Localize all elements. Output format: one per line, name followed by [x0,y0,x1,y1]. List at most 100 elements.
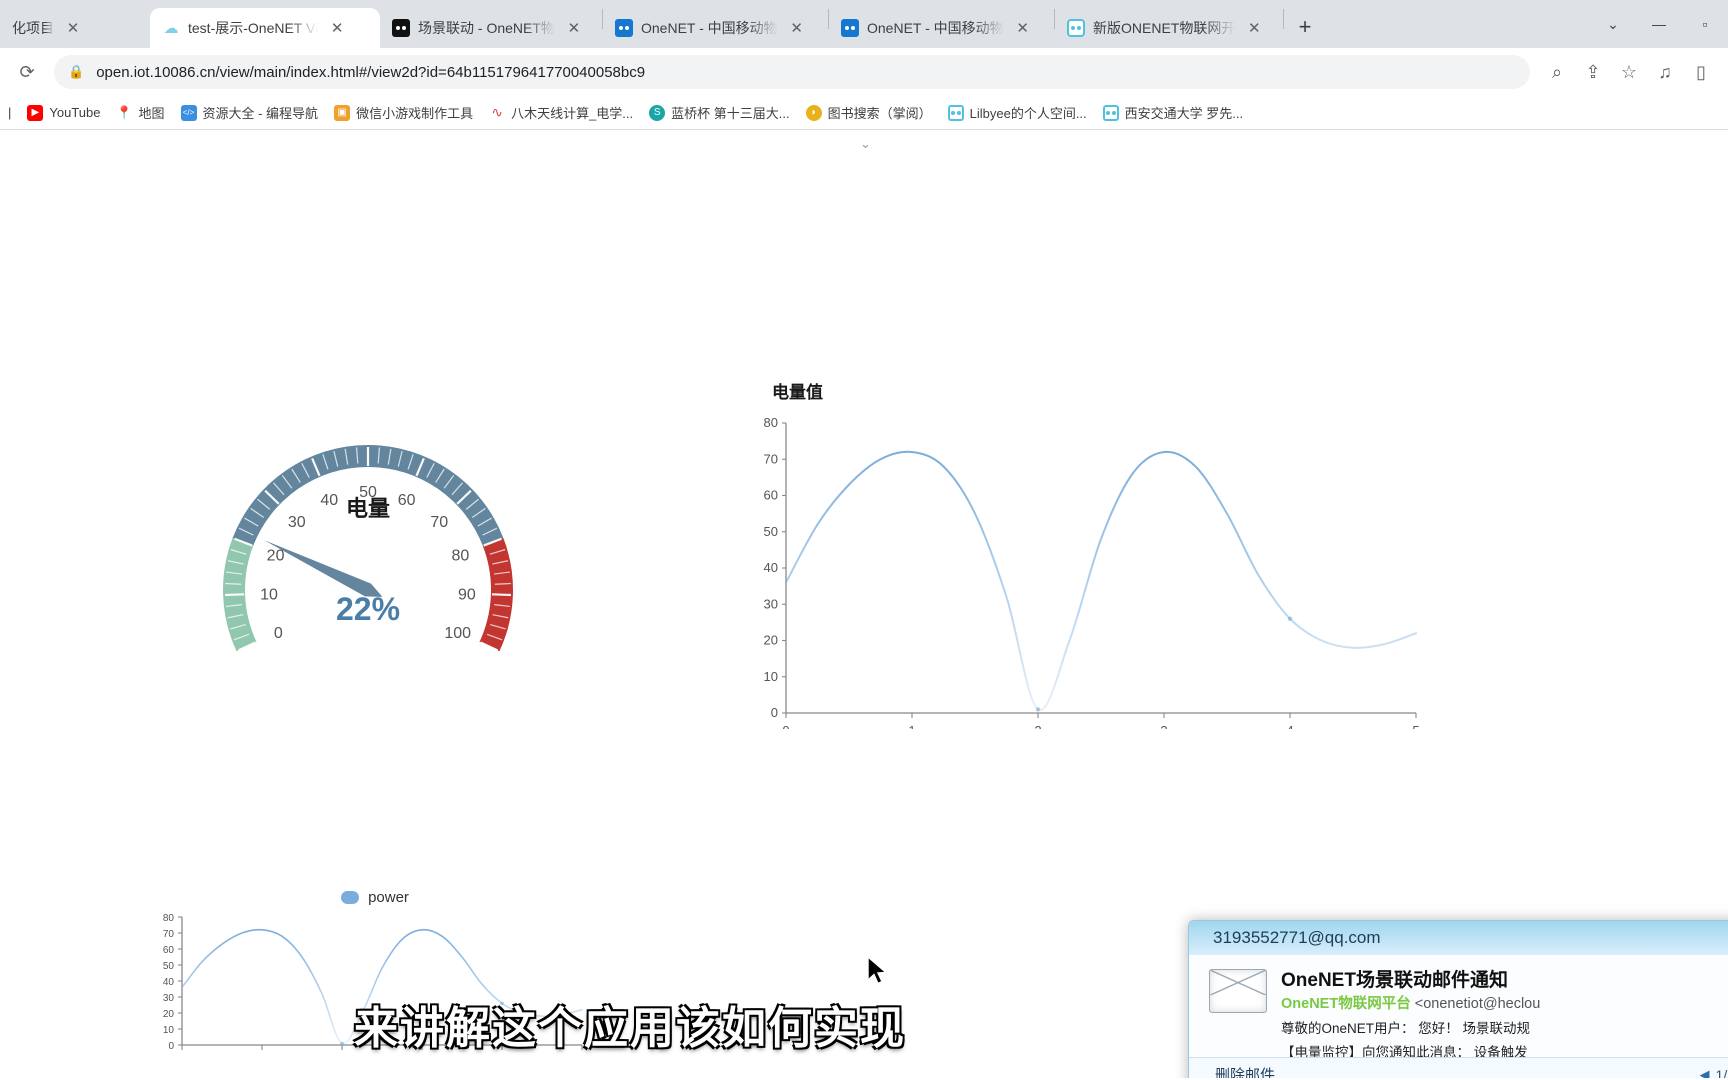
tab-title: 化项目 [12,20,54,36]
browser-tab-2[interactable]: 场景联动 - OneNET物 ✕ [380,8,602,48]
minimize-button[interactable]: — [1636,6,1682,42]
reading-list-icon[interactable]: ♫ [1648,55,1682,89]
svg-text:70: 70 [163,929,175,940]
bookmark-label: 微信小游戏制作工具 [356,106,474,121]
reload-icon[interactable]: ⟳ [10,55,44,89]
svg-text:4: 4 [1286,723,1293,729]
envelope-icon [1209,969,1267,1013]
panel-collapse-handle[interactable]: ⌄ [860,136,871,152]
bookmark-star-icon[interactable]: ☆ [1612,55,1646,89]
browser-toolbar: ⟳ 🔒 open.iot.10086.cn/view/main/index.ht… [0,48,1728,96]
browser-tab-4[interactable]: OneNET - 中国移动物 ✕ [829,8,1054,48]
gauge-value-label: 22% [336,591,400,627]
svg-text:70: 70 [764,451,778,466]
email-sender: OneNET物联网平台 <onenetiot@heclou [1281,992,1728,1013]
tab-close-icon[interactable]: ✕ [326,17,348,39]
delete-email-button[interactable]: 删除邮件 [1215,1064,1275,1078]
email-notification-popup[interactable]: 3193552771@qq.com OneNET场景联动邮件通知 OneNET物… [1188,920,1728,1078]
browser-tab-0[interactable]: 化项目 ✕ [0,8,150,48]
svg-text:5: 5 [1412,723,1419,729]
svg-text:60: 60 [398,492,416,509]
svg-text:10: 10 [764,669,778,684]
side-panel-icon[interactable]: ▯ [1684,55,1718,89]
onenet-blue-icon [615,19,633,37]
bookmark-item-code[interactable]: </> 资源大全 - 编程导航 [174,99,326,126]
svg-text:80: 80 [163,913,175,924]
svg-text:80: 80 [452,548,470,565]
bookmark-label: 资源大全 - 编程导航 [202,106,319,121]
svg-text:70: 70 [430,514,448,531]
email-sender-name: OneNET物联网平台 [1281,996,1411,1012]
svg-text:30: 30 [764,596,778,611]
bookmark-label: 图书搜索（掌阅） [827,106,932,121]
browser-tab-1[interactable]: ☁ test-展示-OneNET Vi ✕ [150,8,380,48]
bookmark-label: 西安交通大学 罗先... [1124,106,1244,121]
bilibili-icon [1067,19,1085,37]
prev-email-icon[interactable]: ◀ [1700,1067,1710,1079]
gauge-title: 电量 [346,497,390,522]
bookmark-item-lanqiao[interactable]: S 蓝桥杯 第十三届大... [642,99,796,126]
search-icon[interactable]: ⌕ [1540,55,1574,89]
email-account-header: 3193552771@qq.com [1189,921,1728,955]
svg-text:80: 80 [764,415,778,430]
bookmark-label: YouTube [49,105,101,120]
browser-tab-3[interactable]: OneNET - 中国移动物 ✕ [603,8,828,48]
new-tab-button[interactable]: + [1288,10,1322,44]
maximize-button[interactable]: ▫ [1682,6,1728,42]
bookmark-label: 八木天线计算_电学... [511,106,634,121]
tab-title: 场景联动 - OneNET物 [418,20,555,36]
bookmark-overflow[interactable]: | [6,101,18,124]
bilibili-icon [1102,104,1119,121]
tab-divider [1283,9,1284,29]
bilibili-icon [947,104,964,121]
svg-text:90: 90 [458,586,476,603]
tab-close-icon[interactable]: ✕ [1243,17,1265,39]
bookmark-item-youtube[interactable]: ▶ YouTube [20,101,107,125]
browser-tab-5[interactable]: 新版ONENET物联网开 ✕ [1055,8,1283,48]
gauge-chart-electricity: 0 10 20 30 40 50 60 70 80 90 100 电量 22% [148,380,588,690]
bookmark-label: 地图 [138,106,165,121]
wechat-game-icon: ▣ [334,104,351,121]
svg-text:30: 30 [288,514,306,531]
bookmarks-bar: | ▶ YouTube 📍 地图 </> 资源大全 - 编程导航 ▣ 微信小游戏… [0,96,1728,130]
lock-icon: 🔒 [68,64,85,79]
email-body: OneNET场景联动邮件通知 OneNET物联网平台 <onenetiot@he… [1189,955,1728,1061]
email-preview-line-1: 尊敬的OneNET用户： 您好！ 场景联动规 [1281,1021,1531,1036]
tab-close-icon[interactable]: ✕ [563,17,585,39]
bookmark-item-maps[interactable]: 📍 地图 [109,99,171,126]
bookmark-item-antenna[interactable]: ∿ 八木天线计算_电学... [482,99,640,126]
tab-title: test-展示-OneNET Vi [188,20,319,36]
svg-text:40: 40 [764,560,778,575]
share-icon[interactable]: ⇪ [1576,55,1610,89]
bookmark-item-wechat-game[interactable]: ▣ 微信小游戏制作工具 [327,99,480,126]
tab-close-icon[interactable]: ✕ [1012,17,1034,39]
tab-close-icon[interactable]: ✕ [786,17,808,39]
onenet-blue-icon [841,19,859,37]
bookmark-label: 蓝桥杯 第十三届大... [671,106,790,121]
svg-text:60: 60 [764,488,778,503]
tab-search-icon[interactable]: ⌄ [1590,6,1636,42]
code-icon: </> [180,104,197,121]
email-page-count: 1/5 [1715,1066,1728,1079]
line-chart-power-value: 电量值 0 10 20 30 40 50 60 70 80 0 1 2 3 4 5 [740,378,1440,738]
email-sender-address: <onenetiot@heclou [1414,996,1541,1012]
email-text-block: OneNET场景联动邮件通知 OneNET物联网平台 <onenetiot@he… [1281,965,1728,1061]
svg-text:100: 100 [444,625,471,642]
svg-text:2: 2 [1034,723,1041,729]
address-bar[interactable]: 🔒 open.iot.10086.cn/view/main/index.html… [54,55,1530,89]
wave-icon: ∿ [489,104,506,121]
bookmark-item-lilbyee[interactable]: Lilbyee的个人空间... [941,99,1094,126]
bookmark-label: Lilbyee的个人空间... [969,106,1087,121]
bookmark-item-book[interactable]: ◗ 图书搜索（掌阅） [799,99,939,126]
tab-close-icon[interactable]: ✕ [62,17,84,39]
onenet-dark-icon [392,19,410,37]
svg-text:0: 0 [771,705,778,720]
svg-text:0: 0 [782,723,789,729]
chart-title: 电量值 [772,383,823,402]
svg-text:20: 20 [764,633,778,648]
email-subject[interactable]: OneNET场景联动邮件通知 [1281,965,1728,992]
svg-text:50: 50 [764,524,778,539]
svg-text:3: 3 [1160,723,1167,729]
window-controls: ⌄ — ▫ [1590,0,1728,48]
bookmark-item-xjtu[interactable]: 西安交通大学 罗先... [1096,99,1250,126]
